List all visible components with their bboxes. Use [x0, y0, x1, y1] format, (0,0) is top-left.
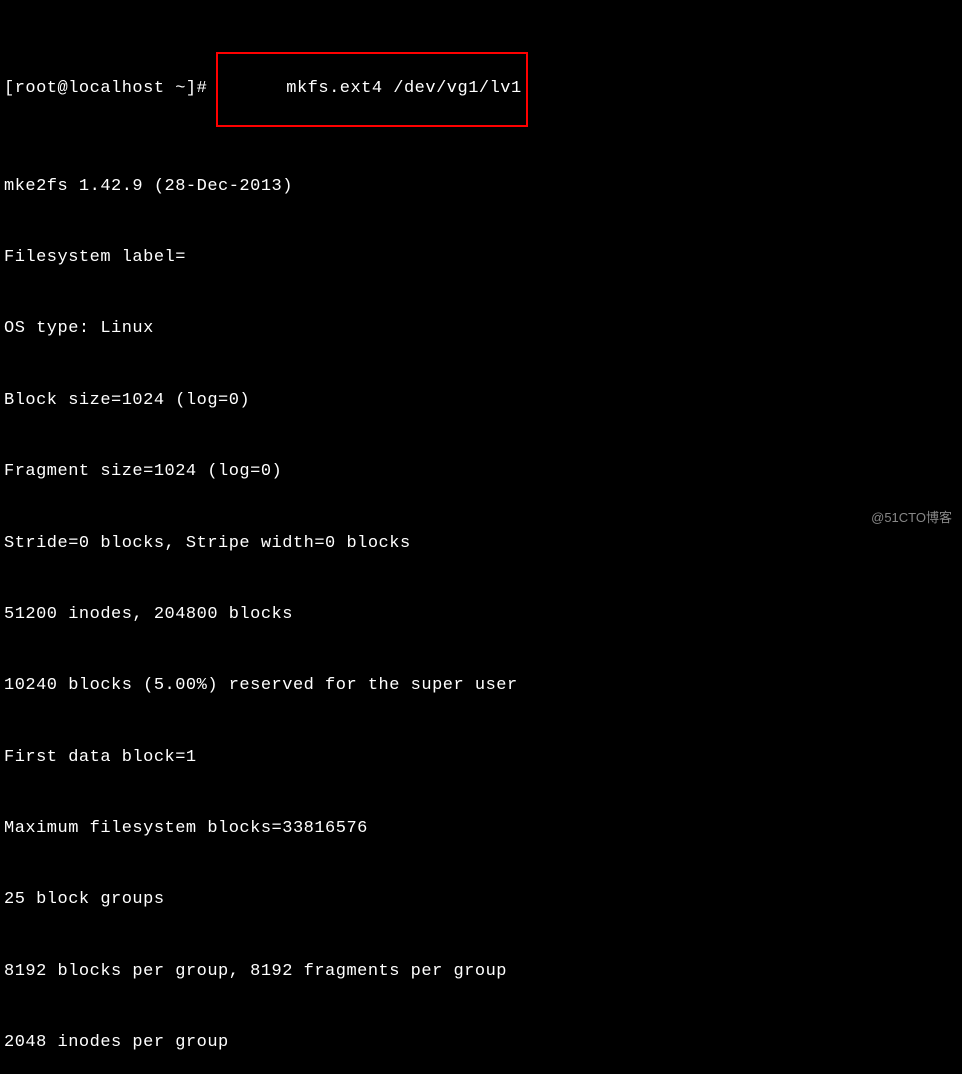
output-line: Filesystem label= [4, 246, 962, 270]
output-line: 10240 blocks (5.00%) reserved for the su… [4, 674, 962, 698]
output-line: Maximum filesystem blocks=33816576 [4, 817, 962, 841]
output-line: Fragment size=1024 (log=0) [4, 460, 962, 484]
output-line: 25 block groups [4, 888, 962, 912]
output-line: First data block=1 [4, 746, 962, 770]
command-line[interactable]: [root@localhost ~]# mkfs.ext4 /dev/vg1/l… [4, 52, 962, 127]
terminal-output: [root@localhost ~]# mkfs.ext4 /dev/vg1/l… [4, 4, 962, 1074]
output-line: 2048 inodes per group [4, 1031, 962, 1055]
shell-prompt: [root@localhost ~]# [4, 77, 218, 101]
command-text: mkfs.ext4 /dev/vg1/lv1 [286, 79, 521, 98]
output-line: Block size=1024 (log=0) [4, 389, 962, 413]
output-line: mke2fs 1.42.9 (28-Dec-2013) [4, 175, 962, 199]
highlighted-command: mkfs.ext4 /dev/vg1/lv1 [216, 52, 528, 127]
watermark-text: @51CTO博客 [871, 509, 952, 527]
output-line: OS type: Linux [4, 317, 962, 341]
output-line: 8192 blocks per group, 8192 fragments pe… [4, 960, 962, 984]
output-line: Stride=0 blocks, Stripe width=0 blocks [4, 532, 962, 556]
output-line: 51200 inodes, 204800 blocks [4, 603, 962, 627]
